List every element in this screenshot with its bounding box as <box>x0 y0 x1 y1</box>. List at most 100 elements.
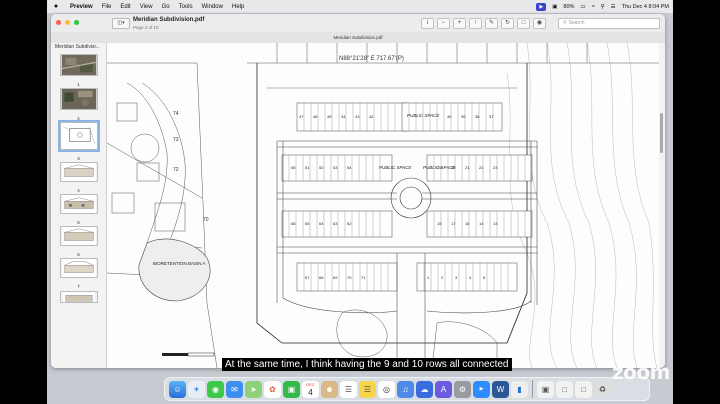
close-button[interactable] <box>56 20 61 25</box>
lot-number: 14 <box>479 221 484 226</box>
music-icon[interactable]: ♫ <box>397 380 414 398</box>
lot-number: 63 <box>333 221 338 226</box>
page-thumbnail[interactable]: 7 <box>59 258 98 290</box>
lot-number: 16 <box>465 221 470 226</box>
zoom-in-icon[interactable]: + <box>453 18 466 29</box>
lot-number: 68 <box>319 275 324 280</box>
reminders-icon[interactable]: ☰ <box>340 380 357 398</box>
thumbnail-aerial-image <box>59 88 98 110</box>
calendar-day: 4 <box>308 387 313 397</box>
notes-icon[interactable]: ☰ <box>359 380 376 398</box>
lot-number: 71 <box>361 275 366 280</box>
thumbnail-elevation <box>59 291 98 303</box>
menu-edit[interactable]: Edit <box>120 4 130 10</box>
menu-window[interactable]: Window <box>202 4 223 10</box>
lot-number: 65 <box>305 221 310 226</box>
podcasts-icon[interactable]: ☁ <box>416 380 433 398</box>
lot-number: 51 <box>305 165 310 170</box>
sidebar-toggle-icon[interactable]: ◫▾ <box>112 18 130 29</box>
thumbnail-elevation <box>59 258 98 278</box>
bioretention-label: BIORETENTION BASIN A <box>153 261 206 266</box>
page-thumbnail[interactable]: 1 <box>59 54 98 88</box>
menu-file[interactable]: File <box>102 4 112 10</box>
chrome-icon[interactable]: ◎ <box>378 380 395 398</box>
document-window-icon[interactable]: □ <box>556 380 573 398</box>
safari-icon[interactable]: ✶ <box>188 380 205 398</box>
mail-icon[interactable]: ✉ <box>226 380 243 398</box>
toolbar: i − + ↑ ✎ ↻ □ ◉ <box>421 18 546 29</box>
menu-view[interactable]: View <box>140 4 153 10</box>
markup-toolbar-icon[interactable]: ◉ <box>533 18 546 29</box>
lot-number: 69 <box>333 275 338 280</box>
photos-icon[interactable]: ✿ <box>264 380 281 398</box>
appstore-icon[interactable]: A <box>435 380 452 398</box>
search-field[interactable]: ⚲ Search <box>558 18 660 29</box>
screen-record-icon[interactable]: ▣ <box>552 4 557 10</box>
lot-number: 19 <box>437 165 442 170</box>
messages-icon[interactable]: ◉ <box>207 380 224 398</box>
info-icon[interactable]: i <box>421 18 434 29</box>
contacts-icon[interactable]: ☻ <box>321 380 338 398</box>
window-controls <box>56 20 79 25</box>
lot-number: 43 <box>355 114 360 119</box>
lot-70-label: 70 <box>203 217 209 223</box>
trash-icon[interactable]: ♻ <box>594 380 611 398</box>
document-window-icon[interactable]: □ <box>575 380 592 398</box>
share-icon[interactable]: ↑ <box>469 18 482 29</box>
page-thumbnail[interactable]: 4 <box>59 162 98 194</box>
preview-icon[interactable]: ▣ <box>537 380 554 398</box>
wifi-icon[interactable]: ≈ <box>592 4 595 10</box>
facetime-icon[interactable]: ▣ <box>283 380 300 398</box>
control-center-icon[interactable]: ☰ <box>611 4 616 10</box>
highlight-icon[interactable]: □ <box>517 18 530 29</box>
lot-number: 38 <box>475 114 480 119</box>
public-space-label: PUBLIC SPACE <box>379 165 412 170</box>
maps-icon[interactable]: ➤ <box>245 380 262 398</box>
word-icon[interactable]: W <box>492 380 509 398</box>
document-tab[interactable]: Meridian Subdivision.pdf <box>51 32 665 43</box>
menu-tools[interactable]: Tools <box>179 4 193 10</box>
lot-number: 15 <box>437 221 442 226</box>
page-thumbnail[interactable]: 6 <box>59 226 98 258</box>
keynote-icon[interactable]: ▮ <box>511 380 528 398</box>
scrollbar-thumb[interactable] <box>660 113 663 153</box>
page-thumbnail[interactable]: 5 <box>59 194 98 226</box>
thumbnail-page-number: 3 <box>77 156 80 161</box>
markup-pen-icon[interactable]: ✎ <box>485 18 498 29</box>
battery-icon[interactable]: ▭ <box>580 4 585 10</box>
pdf-page-view[interactable]: N88°21'28" E 717.67'(P) 74 73 72 70 BIOR… <box>107 43 659 368</box>
lot-number: 13 <box>493 221 498 226</box>
vertical-scrollbar[interactable] <box>659 43 665 368</box>
lot-number: 17 <box>451 221 456 226</box>
zoom-icon[interactable]: ▶ <box>473 380 490 398</box>
dock: ☺ ✶ ◉ ✉ ➤ ✿ ▣ DEC 4 ☻ ☰ ☰ ◎ ♫ ☁ A ⚙ ▶ W ▮… <box>164 377 650 401</box>
search-icon: ⚲ <box>563 20 567 26</box>
minimize-button[interactable] <box>65 20 70 25</box>
lot-number: 62 <box>347 221 352 226</box>
rotate-icon[interactable]: ↻ <box>501 18 514 29</box>
page-thumbnail-selected[interactable]: 3 <box>57 120 100 162</box>
page-thumbnail[interactable] <box>59 290 98 308</box>
apple-menu-icon[interactable]: ● <box>51 3 61 10</box>
menu-clock[interactable]: Thu Dec 4 8:04 PM <box>622 4 669 10</box>
thumbnail-page-number: 1 <box>77 82 80 87</box>
lot-number: 23 <box>493 165 498 170</box>
thumbnail-elevation <box>59 162 98 182</box>
desktop: ● Preview File Edit View Go Tools Window… <box>47 0 673 404</box>
menu-go[interactable]: Go <box>162 4 170 10</box>
finder-icon[interactable]: ☺ <box>169 380 186 398</box>
zoom-status-icon[interactable]: ▶ <box>536 2 547 11</box>
zoom-out-icon[interactable]: − <box>437 18 450 29</box>
site-plan-drawing: N88°21'28" E 717.67'(P) 74 73 72 70 BIOR… <box>107 43 659 368</box>
thumbnail-elevation <box>59 226 98 246</box>
menu-help[interactable]: Help <box>232 4 244 10</box>
menu-bar: ● Preview File Edit View Go Tools Window… <box>47 0 673 13</box>
calendar-icon[interactable]: DEC 4 <box>302 380 319 398</box>
menu-app-name[interactable]: Preview <box>70 4 93 10</box>
settings-icon[interactable]: ⚙ <box>454 380 471 398</box>
lot-number: 70 <box>347 275 352 280</box>
spotlight-icon[interactable]: ⚲ <box>601 4 605 10</box>
page-thumbnail[interactable]: 2 <box>59 88 98 122</box>
fullscreen-button[interactable] <box>74 20 79 25</box>
sidebar-title: Meridian Subdivisi... <box>55 44 100 50</box>
